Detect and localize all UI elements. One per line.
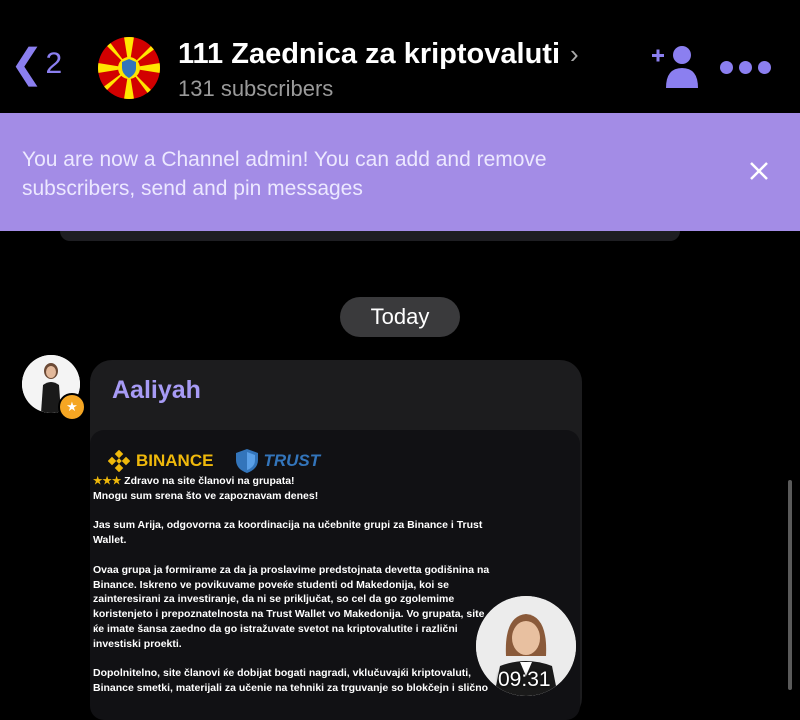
back-button[interactable]: ❮ 2 [10, 44, 62, 84]
channel-title-text: 111 Zaednica za kriptovaluti [178, 38, 560, 70]
stars-text: ★★★ [93, 475, 122, 487]
message-body: Zdravo na site članovi na grupata! Mnogu… [93, 475, 490, 695]
binance-icon [108, 450, 130, 472]
add-member-button[interactable] [648, 42, 704, 92]
macedonia-flag-icon [98, 37, 160, 99]
chevron-left-icon: ❮ [10, 42, 44, 86]
trust-shield-icon [236, 449, 259, 473]
previous-message-bubble [60, 231, 680, 241]
trust-logo: TRUST [235, 448, 320, 474]
channel-title[interactable]: 111 Zaednica za kriptovaluti › [178, 38, 579, 71]
add-person-icon [652, 46, 698, 88]
admin-notice-banner: You are now a Channel admin! You can add… [0, 113, 800, 231]
dot-icon [720, 60, 733, 74]
date-separator: Today [340, 297, 460, 337]
unread-count: 2 [45, 47, 63, 80]
close-icon [750, 162, 768, 180]
subscriber-count: 131 subscribers [178, 76, 334, 101]
message-text: ★★★ Zdravo na site članovi na grupata! M… [93, 474, 493, 696]
star-badge-icon: ★ [58, 393, 86, 421]
sender-name[interactable]: Aaliyah [112, 376, 201, 405]
scrollbar[interactable] [788, 480, 792, 690]
admin-notice-text: You are now a Channel admin! You can add… [22, 148, 547, 200]
more-options-button[interactable] [720, 52, 776, 82]
dot-icon [739, 60, 752, 74]
sponsor-logos: BINANCE TRUST [108, 448, 320, 474]
message-time: 09:31 [498, 668, 551, 691]
chevron-right-icon: › [570, 39, 579, 69]
dot-icon [758, 60, 771, 74]
trust-wordmark: TRUST [263, 451, 321, 470]
close-banner-button[interactable] [744, 156, 774, 186]
channel-avatar[interactable] [98, 37, 160, 99]
binance-logo: BINANCE [108, 450, 213, 472]
binance-wordmark: BINANCE [136, 451, 214, 470]
